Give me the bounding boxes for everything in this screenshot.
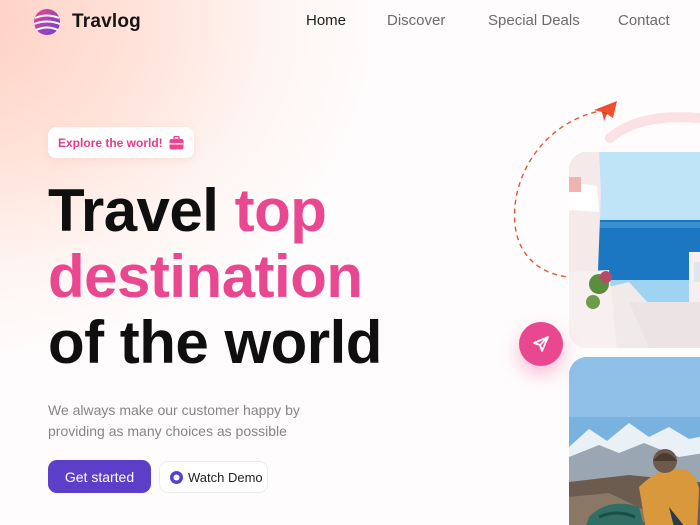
nav-special-deals[interactable]: Special Deals (488, 12, 580, 29)
headline-highlight-line2: destination (48, 243, 363, 310)
landing-page: Travlog Home Discover Special Deals Cont… (0, 0, 700, 525)
headline-part3: of the world (48, 309, 382, 376)
headline-part1: Travel (48, 177, 235, 244)
santorini-photo (569, 152, 700, 348)
main-nav: Home Discover Special Deals Contact (0, 12, 700, 32)
watch-demo-button[interactable]: Watch Demo (159, 461, 268, 493)
get-started-button[interactable]: Get started (48, 460, 151, 493)
nav-contact[interactable]: Contact (618, 12, 670, 29)
plane-icon (594, 101, 617, 121)
explore-badge: Explore the world! (48, 127, 194, 158)
hero-subtitle: We always make our customer happy by pro… (48, 402, 300, 439)
badge-label: Explore the world! (58, 135, 163, 150)
hero-headline: Travel top destination of the world (48, 178, 382, 376)
send-button[interactable] (519, 322, 563, 366)
nav-discover[interactable]: Discover (387, 12, 445, 29)
headline-highlight-line1: top (234, 177, 327, 244)
send-icon (533, 336, 549, 352)
watch-demo-label: Watch Demo (188, 469, 263, 485)
briefcase-icon (169, 135, 184, 149)
play-icon (170, 470, 183, 484)
nav-home[interactable]: Home (306, 12, 346, 29)
mountain-hiker-photo (569, 357, 700, 525)
